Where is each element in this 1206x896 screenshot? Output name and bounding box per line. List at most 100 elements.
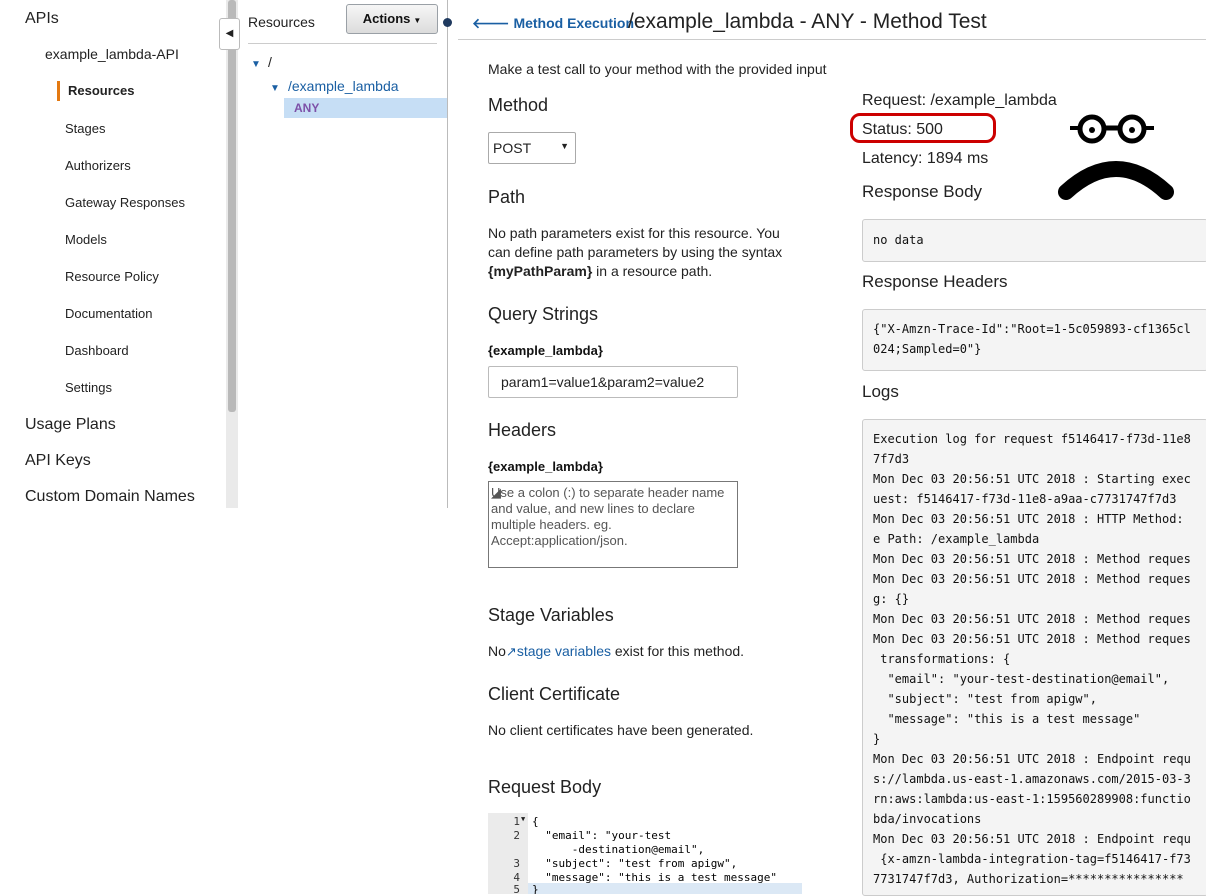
log-line: Mon Dec 03 20:56:51 UTC 2018 : Method re… [873, 572, 1191, 586]
resources-panel-title: Resources [248, 14, 315, 30]
stage-text-pre: No [488, 643, 506, 659]
request-body-editor[interactable]: 1 ▼ 2 3 4 5 { "email": "your-test -desti… [488, 813, 802, 894]
resize-grip-icon[interactable]: ◢ [491, 485, 729, 500]
splitter-handle-icon[interactable] [443, 18, 452, 27]
response-request: Request: /example_lambda [862, 92, 1057, 109]
tree-node-any-label[interactable]: ANY [294, 101, 319, 115]
query-strings-heading: Query Strings [488, 304, 599, 324]
nav-apis[interactable]: APIs [25, 10, 59, 28]
path-param-syntax: {myPathParam} [488, 263, 593, 279]
nav-item-models[interactable]: Models [65, 232, 107, 247]
client-certificate-text: No client certificates have been generat… [488, 722, 754, 738]
path-text-line2: can define path parameters by using the … [488, 244, 783, 260]
tree-expand-lambda-icon[interactable]: ▼ [270, 83, 280, 94]
stage-variables-heading: Stage Variables [488, 605, 614, 625]
log-line: Mon Dec 03 20:56:51 UTC 2018 : HTTP Meth… [873, 512, 1184, 526]
method-select-value: POST [493, 140, 532, 156]
response-body-text: no data [873, 233, 924, 247]
headers-label: {example_lambda} [488, 459, 603, 474]
editor-active-line [528, 883, 802, 894]
sad-face-icon [1058, 114, 1174, 200]
nav-api-name[interactable]: example_lambda-API [45, 46, 179, 62]
method-select[interactable]: POST ▼ [488, 132, 576, 164]
nav-scrollbar-thumb[interactable] [228, 0, 236, 412]
collapse-panel-button[interactable]: ◀ [219, 18, 240, 50]
actions-label: Actions [362, 11, 411, 26]
log-line: Execution log for request f5146417-f73d-… [873, 432, 1191, 446]
code-line: -destination@email", [532, 843, 705, 856]
resources-divider [248, 43, 437, 44]
log-line: 7f7d3 [873, 452, 910, 466]
log-line: 7731747f7d3, Authorization=*************… [873, 872, 1184, 886]
code-line: { [532, 815, 539, 828]
code-line: } [532, 883, 539, 894]
log-line: e Path: /example_lambda [873, 532, 1040, 546]
path-text-line1: No path parameters exist for this resour… [488, 225, 780, 241]
code-line: "email": "your-test [532, 829, 672, 842]
external-link-icon: ↗ [505, 644, 517, 659]
log-line: bda/invocations [873, 812, 982, 826]
client-certificate-heading: Client Certificate [488, 684, 621, 704]
query-strings-value: param1=value1&param2=value2 [501, 374, 705, 390]
caret-down-icon: ▼ [413, 16, 422, 25]
nav-api-keys[interactable]: API Keys [25, 452, 91, 470]
log-line: g: {} [873, 592, 910, 606]
logs-heading: Logs [862, 382, 899, 401]
method-execution-back-link[interactable]: 🡐 Method Execution [472, 15, 634, 32]
query-strings-label: {example_lambda} [488, 343, 603, 358]
response-headers-line: 024;Sampled=0"} [873, 342, 982, 356]
nav-item-gateway-responses[interactable]: Gateway Responses [65, 195, 185, 210]
query-strings-input[interactable]: param1=value1&param2=value2 [488, 366, 738, 398]
log-line: {x-amzn-lambda-integration-tag=f5146417-… [873, 852, 1191, 866]
nav-item-resource-policy[interactable]: Resource Policy [65, 269, 159, 284]
intro-text: Make a test call to your method with the… [488, 61, 827, 77]
left-navigation: APIs example_lambda-API Resources Stages… [0, 0, 238, 508]
back-link-label: Method Execution [513, 15, 634, 31]
logs-box: Execution log for request f5146417-f73d-… [862, 419, 1206, 896]
nav-item-documentation[interactable]: Documentation [65, 306, 152, 321]
panel-splitter[interactable] [447, 0, 448, 508]
log-line: uest: f5146417-f73d-11e8-a9aa-c7731747f7… [873, 492, 1177, 506]
log-line: s://lambda.us-east-1.amazonaws.com/2015-… [873, 772, 1191, 786]
nav-item-settings[interactable]: Settings [65, 380, 112, 395]
log-line: } [873, 732, 881, 746]
page-title: /example_lambda - ANY - Method Test [628, 10, 987, 33]
nav-item-authorizers[interactable]: Authorizers [65, 158, 131, 173]
stage-variables-text: No↗stage variables exist for this method… [488, 642, 744, 661]
nav-usage-plans[interactable]: Usage Plans [25, 416, 116, 434]
nav-custom-domain-names[interactable]: Custom Domain Names [25, 488, 195, 506]
tree-expand-root-icon[interactable]: ▼ [251, 59, 261, 70]
chevron-left-icon: ◀ [225, 28, 234, 39]
request-body-heading: Request Body [488, 777, 602, 797]
fold-caret-icon[interactable]: ▼ [521, 815, 525, 823]
header-divider [458, 39, 1206, 40]
log-line: Mon Dec 03 20:56:51 UTC 2018 : Endpoint … [873, 752, 1191, 766]
line-number: 5 [513, 883, 520, 894]
nav-item-stages[interactable]: Stages [65, 121, 105, 136]
log-line: Mon Dec 03 20:56:51 UTC 2018 : Endpoint … [873, 832, 1191, 846]
log-line: Mon Dec 03 20:56:51 UTC 2018 : Method re… [873, 632, 1191, 646]
log-line: "subject": "test from apigw", [873, 692, 1097, 706]
method-heading: Method [488, 95, 549, 115]
path-text-line3: {myPathParam} in a resource path. [488, 262, 712, 281]
log-line: Mon Dec 03 20:56:51 UTC 2018 : Method re… [873, 552, 1191, 566]
arrow-left-icon: 🡐 [472, 15, 510, 31]
tree-node-example-lambda[interactable]: /example_lambda [288, 78, 399, 94]
nav-item-resources[interactable]: Resources [57, 81, 134, 101]
stage-variables-link[interactable]: stage variables [517, 643, 611, 659]
actions-dropdown-button[interactable]: Actions ▼ [346, 4, 438, 34]
tree-node-root[interactable]: / [268, 54, 272, 70]
response-latency: Latency: 1894 ms [862, 150, 989, 167]
response-status: Status: 500 [862, 121, 943, 138]
path-heading: Path [488, 187, 526, 207]
log-line: "message": "this is a test message" [873, 712, 1141, 726]
log-line: Mon Dec 03 20:56:51 UTC 2018 : Method re… [873, 612, 1191, 626]
log-line: Mon Dec 03 20:56:51 UTC 2018 : Starting … [873, 472, 1191, 486]
response-headers-box: {"X-Amzn-Trace-Id":"Root=1-5c059893-cf13… [862, 309, 1206, 371]
stage-text-post: exist for this method. [614, 643, 745, 659]
nav-item-dashboard[interactable]: Dashboard [65, 343, 129, 358]
headers-placeholder: Use a colon (:) to separate header name … [491, 485, 725, 548]
headers-textarea[interactable]: Use a colon (:) to separate header name … [488, 481, 738, 568]
line-number: 3 [513, 857, 520, 870]
response-headers-heading: Response Headers [862, 272, 1008, 291]
